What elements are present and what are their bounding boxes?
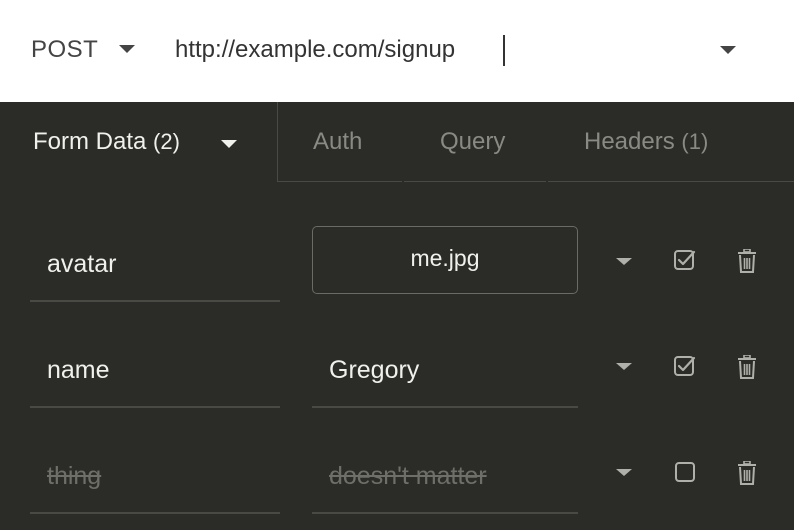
body-type-chevron-down-icon[interactable] — [221, 140, 237, 148]
param-name-input[interactable]: thing — [30, 438, 280, 514]
checkbox-checked-icon[interactable] — [674, 355, 696, 377]
param-row: avatar me.jpg — [0, 198, 794, 304]
tab-headers[interactable]: Headers (1) — [548, 102, 794, 182]
method-dropdown-chevron-down-icon[interactable] — [119, 45, 135, 53]
param-name-input[interactable]: avatar — [30, 226, 280, 302]
param-value-input[interactable]: Gregory — [312, 332, 578, 408]
text-cursor — [503, 35, 505, 66]
param-row: name Gregory — [0, 304, 794, 410]
param-value-input[interactable]: doesn't matter — [312, 438, 578, 514]
tab-underline — [548, 181, 794, 182]
tab-form-data-count: (2) — [153, 129, 180, 154]
url-bar: POST — [0, 0, 794, 102]
tab-bar: Form Data (2) Auth Query Headers (1) — [0, 102, 794, 182]
file-picker-button[interactable]: me.jpg — [312, 226, 578, 294]
tab-form-data-text: Form Data — [33, 128, 147, 155]
tab-query[interactable]: Query — [404, 102, 548, 182]
tab-headers-count: (1) — [681, 129, 709, 154]
url-history-chevron-down-icon[interactable] — [720, 46, 736, 54]
tab-form-data-label: Form Data (2) — [33, 128, 180, 156]
tab-auth-label: Auth — [313, 128, 363, 155]
method-selector[interactable]: POST — [31, 36, 98, 64]
tab-auth[interactable]: Auth — [278, 102, 404, 182]
tab-underline — [404, 181, 546, 182]
url-input[interactable] — [170, 30, 700, 70]
param-type-chevron-down-icon[interactable] — [616, 363, 632, 370]
trash-icon[interactable] — [736, 355, 758, 379]
trash-icon[interactable] — [736, 249, 758, 273]
tab-form-data[interactable]: Form Data (2) — [0, 102, 277, 182]
tab-underline — [278, 181, 402, 182]
tab-query-label: Query — [440, 128, 506, 155]
param-name-input[interactable]: name — [30, 332, 280, 408]
trash-icon[interactable] — [736, 461, 758, 485]
tab-headers-text: Headers — [584, 128, 675, 155]
param-row-disabled: thing doesn't matter — [0, 410, 794, 516]
checkbox-checked-icon[interactable] — [674, 249, 696, 271]
param-type-chevron-down-icon[interactable] — [616, 469, 632, 476]
tab-headers-label: Headers (1) — [584, 128, 708, 156]
checkbox-unchecked-icon[interactable] — [674, 461, 696, 483]
param-type-chevron-down-icon[interactable] — [616, 258, 632, 265]
